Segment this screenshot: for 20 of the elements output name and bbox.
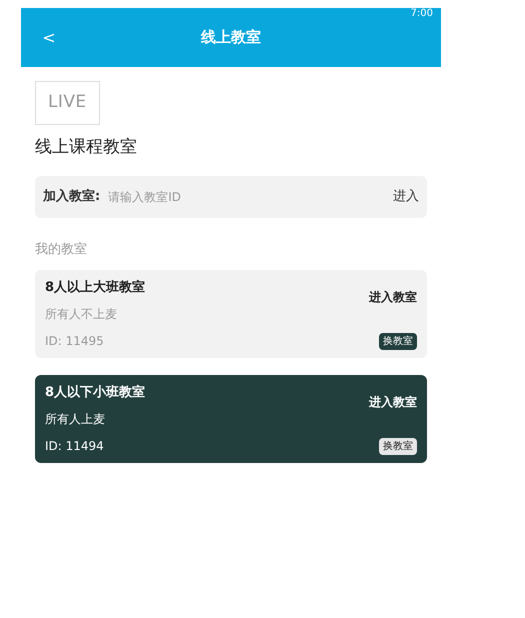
classroom-name: 8人以上大班教室 xyxy=(45,278,146,296)
status-time: 7:00 xyxy=(410,8,433,19)
enter-button[interactable]: 进入 xyxy=(393,187,419,207)
page-title: 线上课程教室 xyxy=(35,136,138,158)
classroom-card[interactable]: 8人以下小班教室 所有人上麦 ID: 11494 进入教室 换教室 xyxy=(35,374,427,462)
live-logo: LIVE xyxy=(35,81,100,124)
enter-classroom-button[interactable]: 进入教室 xyxy=(369,288,417,306)
classroom-name: 8人以下小班教室 xyxy=(45,384,146,402)
classroom-note: 所有人不上麦 xyxy=(45,306,118,324)
classroom-id: ID: 11494 xyxy=(45,438,105,454)
classroom-note: 所有人上麦 xyxy=(45,411,106,428)
enter-classroom-button[interactable]: 进入教室 xyxy=(369,392,417,410)
join-label: 加入教室: xyxy=(43,188,100,206)
section-title: 我的教室 xyxy=(35,241,88,259)
join-field[interactable]: 加入教室: 请输入教室ID 进入 xyxy=(35,176,427,218)
window-title: 线上教室 xyxy=(200,27,262,48)
switch-classroom-button[interactable]: 换教室 xyxy=(379,438,417,454)
classroom-card[interactable]: 8人以上大班教室 所有人不上麦 ID: 11495 进入教室 换教室 xyxy=(35,270,427,358)
switch-classroom-button[interactable]: 换教室 xyxy=(379,332,417,350)
classroom-id: ID: 11495 xyxy=(45,332,105,350)
